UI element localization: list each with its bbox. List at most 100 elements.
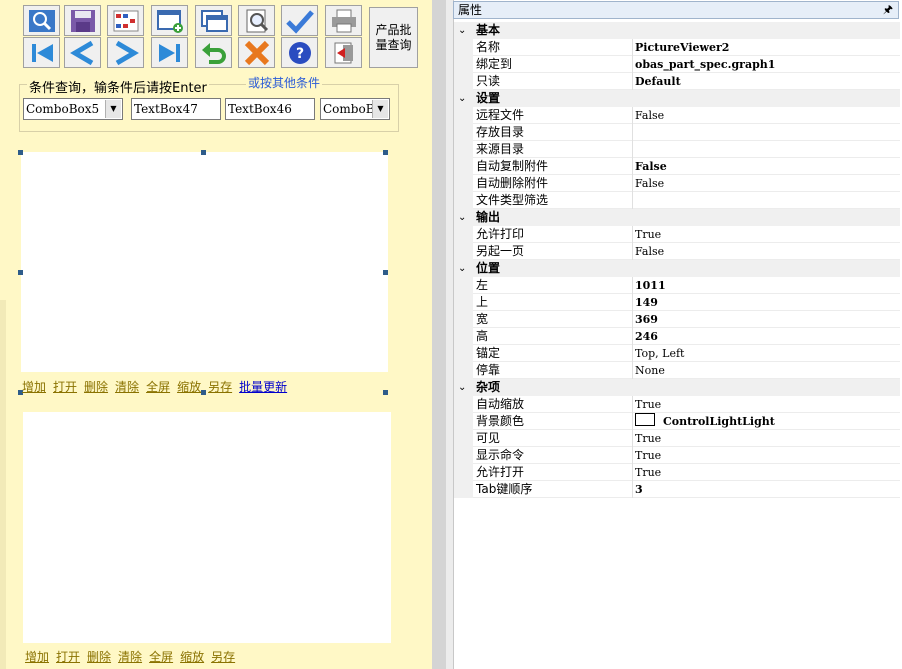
column-divider[interactable] <box>632 192 633 209</box>
column-divider[interactable] <box>632 39 633 56</box>
column-divider[interactable] <box>632 243 633 260</box>
column-divider[interactable] <box>632 430 633 447</box>
add-link[interactable]: 增加 <box>22 380 46 394</box>
exit-button[interactable] <box>325 37 362 68</box>
collapse-icon[interactable]: ⌄ <box>458 379 466 396</box>
property-value[interactable]: False <box>635 107 664 124</box>
undo-button[interactable] <box>195 37 232 68</box>
collapse-icon[interactable]: ⌄ <box>458 209 466 226</box>
resize-handle[interactable] <box>383 390 388 395</box>
zoom-link[interactable]: 缩放 <box>180 650 204 664</box>
column-divider[interactable] <box>632 481 633 498</box>
next-record-button[interactable] <box>107 37 144 68</box>
property-value[interactable]: True <box>635 447 661 464</box>
chevron-down-icon[interactable]: ▼ <box>105 100 121 118</box>
property-value[interactable]: None <box>635 362 665 379</box>
windows-button[interactable] <box>195 5 232 36</box>
property-row[interactable]: 允许打印 True <box>454 226 900 243</box>
print-button[interactable] <box>325 5 362 36</box>
column-divider[interactable] <box>632 447 633 464</box>
property-value[interactable]: 3 <box>635 481 643 498</box>
chevron-down-icon[interactable]: ▼ <box>372 100 388 118</box>
property-row[interactable]: 左 1011 <box>454 277 900 294</box>
splitter-bar[interactable] <box>432 0 446 669</box>
save-as-link[interactable]: 另存 <box>211 650 235 664</box>
open-link[interactable]: 打开 <box>53 380 77 394</box>
column-divider[interactable] <box>632 396 633 413</box>
property-row[interactable]: 绑定到 obas_part_spec.graph1 <box>454 56 900 73</box>
property-row[interactable]: 名称 PictureViewer2 <box>454 39 900 56</box>
resize-handle[interactable] <box>201 150 206 155</box>
column-divider[interactable] <box>632 107 633 124</box>
column-divider[interactable] <box>632 141 633 158</box>
last-record-button[interactable] <box>151 37 188 68</box>
property-row[interactable]: 只读 Default <box>454 73 900 90</box>
fullscreen-link[interactable]: 全屏 <box>149 650 173 664</box>
property-row[interactable]: 自动删除附件 False <box>454 175 900 192</box>
property-row[interactable]: 允许打开 True <box>454 464 900 481</box>
property-row[interactable]: 来源目录 <box>454 141 900 158</box>
property-row[interactable]: 另起一页 False <box>454 243 900 260</box>
property-value[interactable]: 149 <box>635 294 658 311</box>
column-divider[interactable] <box>632 175 633 192</box>
property-value[interactable]: 1011 <box>635 277 666 294</box>
pin-icon[interactable]: 🖈 <box>883 2 893 18</box>
property-value[interactable]: 369 <box>635 311 658 328</box>
query-combobox-1[interactable]: ComboBox5 ▼ <box>23 98 123 120</box>
category-header[interactable]: ⌄ 输出 <box>454 209 900 226</box>
column-divider[interactable] <box>632 413 633 430</box>
property-value[interactable]: True <box>635 430 661 447</box>
property-row[interactable]: Tab键顺序 3 <box>454 481 900 498</box>
property-value[interactable]: Top, Left <box>635 345 684 362</box>
category-header[interactable]: ⌄ 杂项 <box>454 379 900 396</box>
property-row[interactable]: 锚定 Top, Left <box>454 345 900 362</box>
category-header[interactable]: ⌄ 基本 <box>454 22 900 39</box>
fullscreen-link[interactable]: 全屏 <box>146 380 170 394</box>
property-row[interactable]: 文件类型筛选 <box>454 192 900 209</box>
picture-viewer-2[interactable] <box>23 412 391 643</box>
property-row[interactable]: 远程文件 False <box>454 107 900 124</box>
property-value[interactable]: ControlLightLight <box>635 413 775 430</box>
property-value[interactable]: 246 <box>635 328 658 345</box>
resize-handle[interactable] <box>18 270 23 275</box>
search-button[interactable] <box>23 5 60 36</box>
add-link[interactable]: 增加 <box>25 650 49 664</box>
column-divider[interactable] <box>632 124 633 141</box>
batch-query-button[interactable]: 产品批量查询 <box>369 7 418 68</box>
collapse-icon[interactable]: ⌄ <box>458 260 466 277</box>
property-row[interactable]: 显示命令 True <box>454 447 900 464</box>
column-divider[interactable] <box>632 464 633 481</box>
batch-update-link[interactable]: 批量更新 <box>239 380 287 394</box>
save-button[interactable] <box>64 5 101 36</box>
resize-handle[interactable] <box>18 150 23 155</box>
grid-button[interactable] <box>107 5 144 36</box>
open-link[interactable]: 打开 <box>56 650 80 664</box>
property-row[interactable]: 停靠 None <box>454 362 900 379</box>
property-row[interactable]: 宽 369 <box>454 311 900 328</box>
clear-link[interactable]: 清除 <box>118 650 142 664</box>
resize-handle[interactable] <box>383 150 388 155</box>
property-value[interactable]: obas_part_spec.graph1 <box>635 56 775 73</box>
column-divider[interactable] <box>632 226 633 243</box>
property-value[interactable]: True <box>635 226 661 243</box>
query-textbox-1[interactable]: TextBox47 <box>131 98 221 120</box>
column-divider[interactable] <box>632 328 633 345</box>
property-value[interactable]: False <box>635 158 667 175</box>
property-row[interactable]: 可见 True <box>454 430 900 447</box>
property-row[interactable]: 自动缩放 True <box>454 396 900 413</box>
clear-link[interactable]: 清除 <box>115 380 139 394</box>
property-value[interactable]: True <box>635 396 661 413</box>
query-textbox-2[interactable]: TextBox46 <box>225 98 315 120</box>
property-row[interactable]: 上 149 <box>454 294 900 311</box>
save-as-link[interactable]: 另存 <box>208 380 232 394</box>
previous-record-button[interactable] <box>64 37 101 68</box>
column-divider[interactable] <box>632 56 633 73</box>
column-divider[interactable] <box>632 345 633 362</box>
property-row[interactable]: 自动复制附件 False <box>454 158 900 175</box>
preview-button[interactable] <box>238 5 275 36</box>
delete-button[interactable] <box>238 37 275 68</box>
column-divider[interactable] <box>632 311 633 328</box>
category-header[interactable]: ⌄ 位置 <box>454 260 900 277</box>
property-value[interactable]: True <box>635 464 661 481</box>
zoom-link[interactable]: 缩放 <box>177 380 201 394</box>
